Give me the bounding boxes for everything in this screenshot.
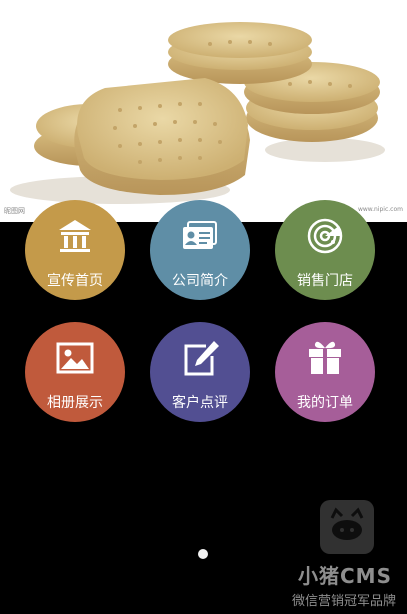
brand-name: 小猪CMS bbox=[298, 564, 392, 588]
banner-watermark-left: 昵图网 bbox=[4, 207, 25, 215]
edit-icon bbox=[184, 341, 219, 376]
banner-image: 昵图网 www.nipic.com bbox=[0, 0, 407, 222]
carousel-indicator-dot[interactable] bbox=[198, 549, 208, 559]
menu-item-label: 相册展示 bbox=[47, 395, 103, 411]
radar-icon bbox=[307, 218, 343, 254]
menu-item-label: 销售门店 bbox=[297, 273, 353, 289]
menu-item-about[interactable]: 公司简介 bbox=[150, 200, 250, 300]
menu-item-label: 我的订单 bbox=[297, 395, 353, 411]
menu-item-orders[interactable]: 我的订单 bbox=[275, 322, 375, 422]
biscuits-illustration bbox=[10, 22, 385, 204]
menu-item-reviews[interactable]: 客户点评 bbox=[150, 322, 250, 422]
menu-item-home[interactable]: 宣传首页 bbox=[25, 200, 125, 300]
menu-item-label: 宣传首页 bbox=[47, 273, 103, 289]
menu-item-album[interactable]: 相册展示 bbox=[25, 322, 125, 422]
brand-slogan: 微信营销冠军品牌 bbox=[292, 594, 397, 609]
banner-watermark-right: www.nipic.com bbox=[357, 206, 403, 213]
bank-building-icon bbox=[59, 220, 91, 252]
menu-item-stores[interactable]: 销售门店 bbox=[275, 200, 375, 300]
photo-icon bbox=[56, 342, 94, 374]
id-card-icon bbox=[183, 221, 217, 249]
gift-icon bbox=[309, 341, 341, 374]
menu-item-label: 客户点评 bbox=[172, 395, 228, 411]
pig-logo-icon bbox=[320, 500, 374, 554]
menu-item-label: 公司简介 bbox=[172, 273, 228, 289]
